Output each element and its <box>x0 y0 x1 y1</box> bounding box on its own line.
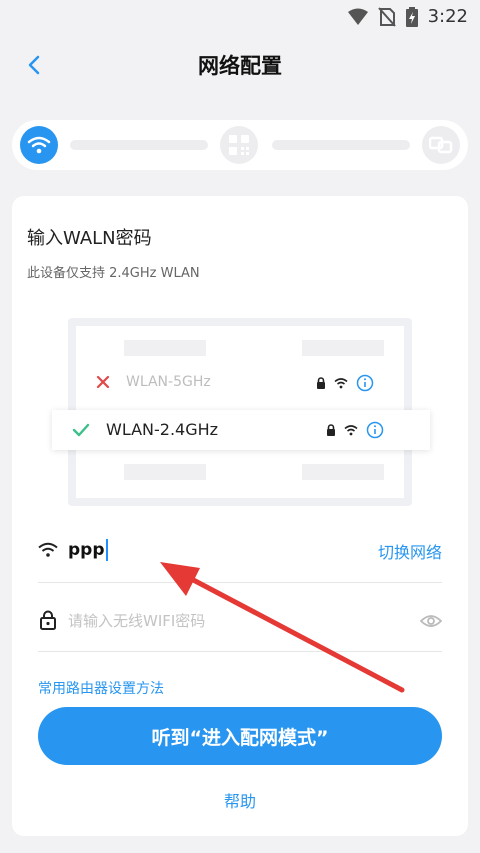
step-link <box>422 126 460 164</box>
wifi-icon <box>27 136 51 154</box>
text-caret <box>105 539 108 561</box>
network-row-2-4ghz: WLAN-2.4GHz <box>52 410 430 450</box>
wifi-icon <box>38 542 58 557</box>
ssid-row[interactable]: ppp 切换网络 <box>38 531 442 583</box>
info-icon <box>356 374 374 392</box>
progress-stepper <box>12 120 468 170</box>
cross-icon <box>96 375 110 389</box>
card-title: 输入WALN密码 <box>27 228 152 249</box>
wifi-icon <box>334 378 348 389</box>
lock-icon <box>327 424 335 436</box>
ssid-value[interactable]: ppp <box>68 539 108 561</box>
switch-network-link[interactable]: 切换网络 <box>378 539 442 563</box>
router-setup-link[interactable]: 常用路由器设置方法 <box>38 678 164 698</box>
ssid-text: ppp <box>68 540 105 560</box>
header: 网络配置 <box>0 40 480 88</box>
password-row <box>38 600 442 652</box>
card-subtitle: 此设备仅支持 2.4GHz WLAN <box>27 266 200 281</box>
placeholder-bar <box>302 464 384 480</box>
enter-pairing-mode-button[interactable]: 听到“进入配网模式” <box>38 707 442 765</box>
page-title: 网络配置 <box>198 54 282 78</box>
step-bar-1 <box>70 140 208 150</box>
wifi-signal-icon <box>347 8 368 25</box>
password-input[interactable] <box>68 608 398 634</box>
step-bar-2 <box>272 140 410 150</box>
help-link[interactable]: 帮助 <box>12 788 468 812</box>
no-sim-icon <box>377 6 396 27</box>
placeholder-bar <box>124 340 206 356</box>
lock-icon <box>40 610 56 630</box>
device-link-icon <box>429 136 453 154</box>
network-row-5ghz: WLAN-5GHz <box>96 374 396 392</box>
wifi-icon <box>344 425 358 436</box>
lock-icon <box>317 377 325 389</box>
qr-code-icon <box>229 135 249 155</box>
wifi-config-card: 输入WALN密码 此设备仅支持 2.4GHz WLAN WLAN-5GHz WL… <box>12 196 468 836</box>
status-time: 3:22 <box>427 6 468 27</box>
placeholder-bar <box>124 464 206 480</box>
network-name: WLAN-2.4GHz <box>106 420 219 439</box>
step-wifi <box>20 126 58 164</box>
battery-charging-icon <box>405 6 418 27</box>
network-name: WLAN-5GHz <box>126 374 211 390</box>
placeholder-bar <box>302 340 384 356</box>
eye-icon[interactable] <box>420 614 442 628</box>
info-icon <box>366 421 384 439</box>
check-icon <box>72 423 90 437</box>
step-qr <box>220 126 258 164</box>
status-bar: 3:22 <box>0 0 480 34</box>
